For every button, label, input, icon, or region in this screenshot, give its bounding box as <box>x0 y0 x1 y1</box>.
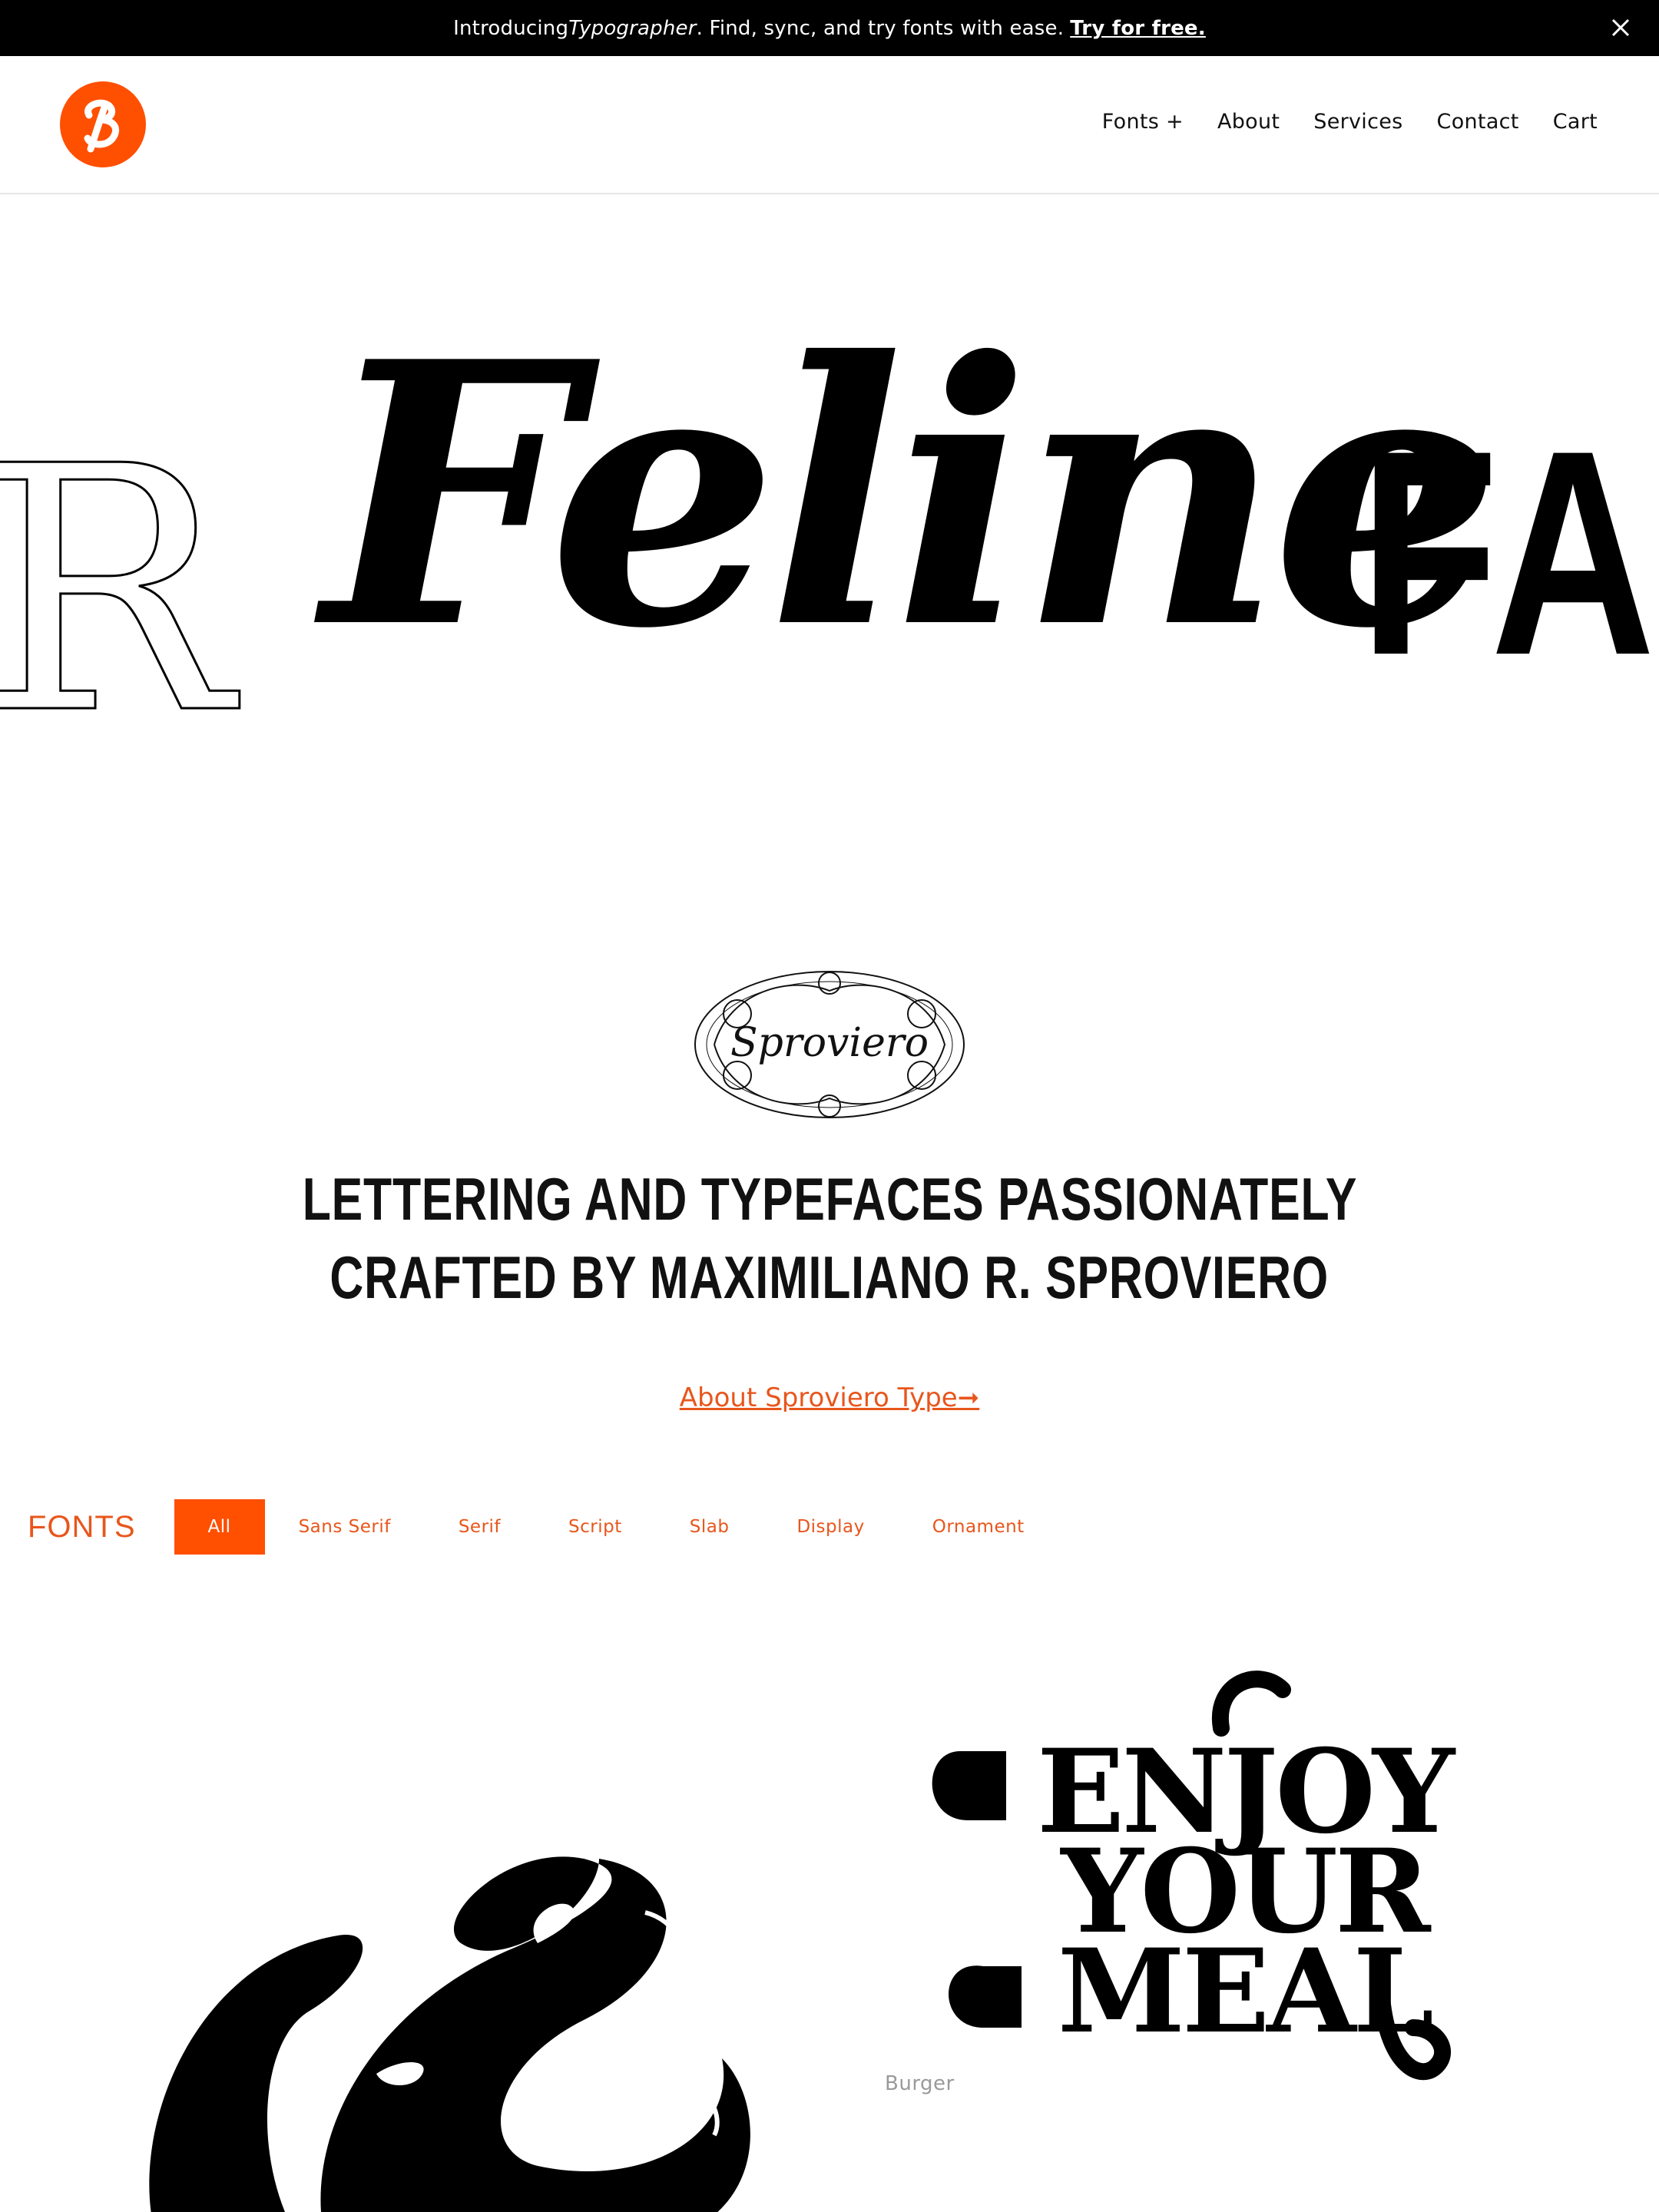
announcement-bar: Introducing Typographer . Find, sync, an… <box>0 0 1659 56</box>
nav-cart[interactable]: Cart <box>1553 110 1598 134</box>
try-for-free-link[interactable]: Try for free. <box>1070 17 1206 40</box>
tagline-line-2: CRAFTED BY MAXIMILIANO R. SPROVIERO <box>329 1243 1330 1311</box>
nav-services[interactable]: Services <box>1313 110 1402 134</box>
sproviero-logo-icon[interactable] <box>60 81 146 167</box>
font-tile-burger[interactable]: ENJOY YOUR MEAL <box>914 1667 1544 2097</box>
tagline: LETTERING AND TYPEFACES PASSIONATELY CRA… <box>0 1160 1659 1316</box>
about-sproviero-link[interactable]: About Sproviero Type➞ <box>0 1382 1659 1413</box>
announcement-product: Typographer <box>568 16 697 40</box>
filter-slab[interactable]: Slab <box>656 1499 763 1555</box>
filter-all[interactable]: All <box>174 1499 265 1555</box>
filter-display[interactable]: Display <box>763 1499 898 1555</box>
fonts-heading: FONTS <box>28 1509 136 1544</box>
hero-word-left: R <box>0 395 233 788</box>
hero-showcase: R Feline FAB <box>0 292 1659 814</box>
close-icon[interactable] <box>1610 17 1631 38</box>
burger-line-3: MEAL <box>1058 1924 1432 2059</box>
announcement-text: . Find, sync, and try fonts with ease. <box>696 16 1065 40</box>
filter-script[interactable]: Script <box>535 1499 656 1555</box>
hero-word-right: FAB <box>1359 389 1659 716</box>
site-header: Fonts + About Services Contact Cart <box>0 56 1659 194</box>
filter-sans-serif[interactable]: Sans Serif <box>265 1499 425 1555</box>
filter-serif[interactable]: Serif <box>425 1499 535 1555</box>
nav-fonts[interactable]: Fonts + <box>1102 110 1184 134</box>
font-tile-script-glyph[interactable] <box>108 1828 768 2212</box>
font-filter-bar: FONTS All Sans Serif Serif Script Slab D… <box>28 1499 1058 1555</box>
hero-word-center: Feline <box>323 292 1502 707</box>
monogram-text: Sproviero <box>730 1020 929 1066</box>
nav-contact[interactable]: Contact <box>1437 110 1519 134</box>
filter-ornament[interactable]: Ornament <box>899 1499 1058 1555</box>
sproviero-monogram: Sproviero <box>694 971 965 1118</box>
tagline-line-1: LETTERING AND TYPEFACES PASSIONATELY <box>302 1165 1357 1233</box>
font-name-burger[interactable]: Burger <box>885 2072 955 2095</box>
main-nav: Fonts + About Services Contact Cart <box>1102 110 1598 134</box>
nav-about[interactable]: About <box>1217 110 1280 134</box>
announcement-prefix: Introducing <box>453 16 569 40</box>
